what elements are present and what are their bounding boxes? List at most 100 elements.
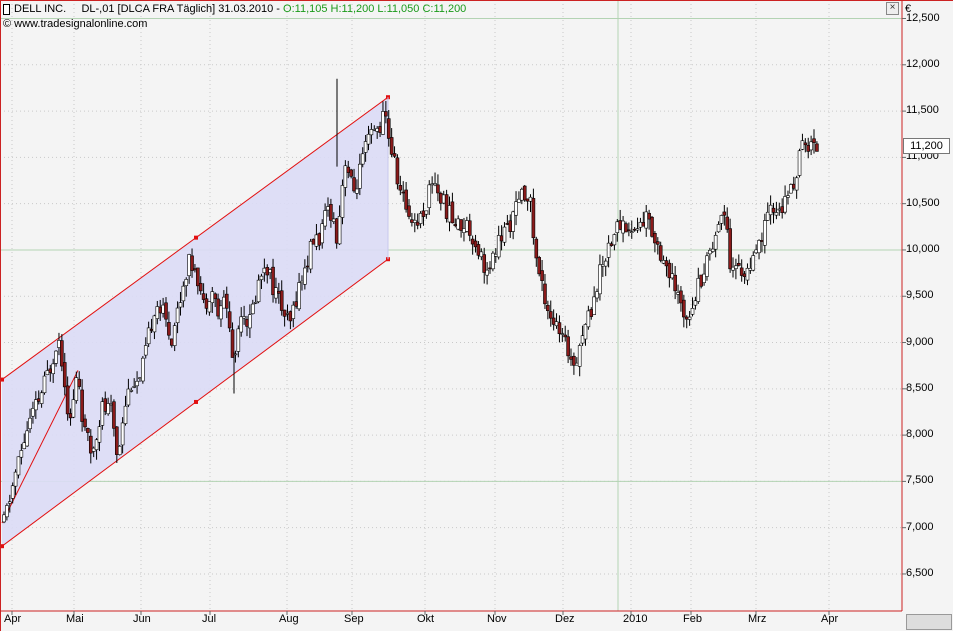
candle-down bbox=[459, 219, 463, 231]
y-tick-label: 10,500 bbox=[906, 196, 940, 209]
channel-handle bbox=[194, 235, 198, 240]
candle-up bbox=[447, 205, 452, 223]
candle-up bbox=[360, 153, 365, 165]
candle-down bbox=[699, 274, 703, 287]
candle-up bbox=[502, 226, 507, 243]
candle-down bbox=[386, 118, 391, 139]
candle-down bbox=[771, 207, 776, 213]
candle-up bbox=[731, 266, 735, 271]
candle-up bbox=[39, 392, 44, 404]
candle-up bbox=[491, 252, 495, 270]
candle-down bbox=[401, 191, 406, 194]
candle-up bbox=[285, 313, 290, 315]
candle-up bbox=[433, 183, 437, 186]
candle-legend-icon bbox=[3, 3, 10, 15]
candle-up bbox=[94, 439, 99, 451]
candle-down bbox=[658, 245, 663, 261]
y-tick-label: 9,000 bbox=[906, 335, 934, 348]
candle-up bbox=[28, 417, 32, 430]
channel-handle bbox=[194, 399, 198, 404]
candle-down bbox=[815, 143, 819, 152]
candle-up bbox=[479, 251, 484, 258]
candle-down bbox=[305, 265, 310, 268]
candle-down bbox=[265, 267, 270, 276]
candle-up bbox=[777, 208, 782, 211]
x-tick-label: Mrz bbox=[748, 613, 767, 625]
candle-up bbox=[300, 280, 304, 284]
candle-up bbox=[320, 223, 325, 244]
candle-down bbox=[482, 254, 487, 273]
candle-down bbox=[404, 189, 408, 210]
candle-up bbox=[51, 363, 55, 375]
candle-up bbox=[155, 306, 160, 319]
candle-up bbox=[465, 220, 469, 232]
candle-up bbox=[331, 218, 336, 222]
y-tick-label: 8,500 bbox=[906, 381, 934, 394]
candle-up bbox=[369, 129, 374, 136]
candle-up bbox=[708, 250, 712, 255]
candle-up bbox=[25, 430, 29, 447]
candle-down bbox=[164, 302, 168, 320]
candle-up bbox=[172, 325, 177, 346]
candle-up bbox=[57, 340, 61, 348]
candle-up bbox=[629, 231, 634, 233]
candle-up bbox=[493, 253, 498, 257]
candle-down bbox=[739, 267, 744, 276]
candle-up bbox=[583, 324, 588, 340]
candle-up bbox=[485, 269, 489, 276]
candle-up bbox=[412, 219, 417, 223]
scroll-handle[interactable] bbox=[906, 614, 952, 630]
candle-down bbox=[80, 389, 84, 422]
candle-up bbox=[323, 210, 327, 227]
candle-down bbox=[60, 340, 64, 367]
candle-down bbox=[572, 355, 576, 366]
candle-down bbox=[806, 145, 811, 152]
candle-up bbox=[456, 218, 460, 230]
candle-up bbox=[661, 260, 666, 264]
candle-up bbox=[430, 183, 434, 186]
candle-up bbox=[702, 273, 706, 283]
candle-up bbox=[713, 235, 718, 250]
candle-up bbox=[297, 282, 301, 310]
candle-down bbox=[667, 262, 672, 279]
x-tick-label: Jun bbox=[133, 613, 151, 625]
candle-up bbox=[303, 267, 307, 285]
candle-down bbox=[627, 229, 631, 232]
candle-down bbox=[392, 153, 397, 157]
candle-up bbox=[355, 188, 359, 194]
candle-up bbox=[13, 471, 18, 487]
candle-down bbox=[224, 293, 229, 309]
close-button[interactable]: × bbox=[886, 2, 899, 15]
candle-up bbox=[615, 221, 620, 233]
candle-up bbox=[22, 442, 27, 450]
candle-down bbox=[88, 435, 93, 454]
candle-up bbox=[603, 260, 608, 267]
candle-up bbox=[696, 278, 701, 302]
candle-up bbox=[690, 308, 695, 315]
candle-down bbox=[476, 244, 481, 256]
candle-up bbox=[592, 296, 596, 315]
candle-down bbox=[655, 241, 660, 245]
last-value-label: 11,200 bbox=[903, 138, 950, 154]
candle-up bbox=[797, 150, 802, 176]
candle-down bbox=[277, 290, 281, 294]
candle-up bbox=[554, 321, 559, 327]
symbol-name: DELL INC. bbox=[14, 3, 67, 15]
candle-up bbox=[152, 315, 157, 333]
candle-up bbox=[141, 357, 145, 382]
candle-up bbox=[222, 296, 226, 309]
candle-down bbox=[742, 273, 747, 277]
candle-down bbox=[245, 318, 249, 327]
candle-down bbox=[682, 299, 686, 318]
price-chart bbox=[0, 0, 953, 631]
candle-down bbox=[647, 212, 651, 220]
candle-down bbox=[722, 211, 727, 216]
ohlc-values: O:11,105 H:11,200 L:11,050 C:11,200 bbox=[283, 3, 467, 15]
candle-down bbox=[378, 126, 382, 133]
candle-down bbox=[62, 362, 67, 388]
candle-down bbox=[780, 206, 784, 213]
candle-up bbox=[161, 304, 165, 314]
candle-up bbox=[366, 133, 371, 145]
candle-up bbox=[789, 184, 793, 194]
candle-up bbox=[363, 141, 368, 153]
